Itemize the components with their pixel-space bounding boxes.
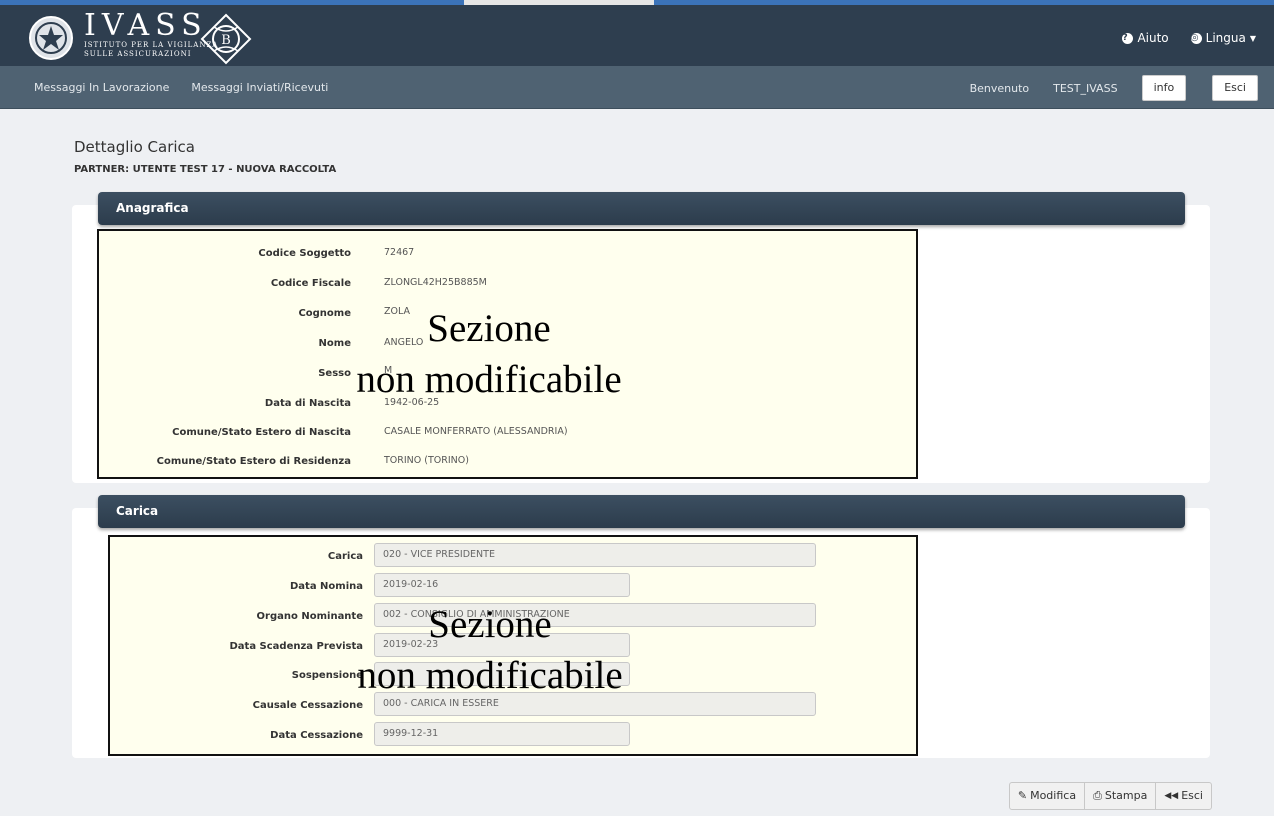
help-label: Aiuto <box>1137 31 1169 45</box>
label-data-cessazione: Data Cessazione <box>270 730 363 741</box>
overlay-line-1: Sezione <box>427 307 551 350</box>
backward-icon: ◀◀ <box>1164 791 1179 801</box>
info-button[interactable]: info <box>1141 75 1187 101</box>
label-carica: Carica <box>327 551 363 562</box>
username: TEST_IVASS <box>1053 81 1118 95</box>
browser-tab-gap <box>464 0 654 5</box>
globe-icon: ◎ <box>1190 32 1202 44</box>
caret-down-icon: ▼ <box>1249 33 1256 43</box>
carica-field[interactable]: 020 - VICE PRESIDENTE <box>374 543 816 567</box>
language-menu[interactable]: ◎ Lingua ▼ <box>1190 31 1256 45</box>
anagrafica-header: Anagrafica <box>98 192 1185 225</box>
nav-item-in-progress[interactable]: Messaggi In Lavorazione <box>34 81 169 94</box>
question-icon: ? <box>1122 32 1134 44</box>
nav-item-sent-received[interactable]: Messaggi Inviati/Ricevuti <box>191 81 328 94</box>
overlay-line-2: non modificabile <box>357 654 623 697</box>
app-header: IVASS ISTITUTO PER LA VIGILANZA SULLE AS… <box>0 0 1274 66</box>
label-comune-nascita: Comune/Stato Estero di Nascita <box>172 427 351 438</box>
logo-line-1: ISTITUTO PER LA VIGILANZA <box>84 41 219 49</box>
action-button-group: ✎ Modifica ⎙ Stampa ◀◀ Esci <box>1008 782 1212 810</box>
value-comune-residenza: TORINO (TORINO) <box>384 455 469 466</box>
republic-seal-icon <box>29 16 73 60</box>
logo-line-2: SULLE ASSICURAZIONI <box>84 50 192 58</box>
main-navbar: Messaggi In Lavorazione Messaggi Inviati… <box>0 66 1274 109</box>
carica-header: Carica <box>98 495 1185 528</box>
value-codice-fiscale: ZLONGL42H25B885M <box>384 277 487 288</box>
modify-label: Modifica <box>1030 789 1077 802</box>
page-title: Dettaglio Carica <box>74 138 195 156</box>
label-data-nomina: Data Nomina <box>289 581 363 592</box>
anagrafica-readonly-section: Codice Soggetto 72467 Codice Fiscale ZLO… <box>97 229 918 479</box>
svg-text:B: B <box>221 33 231 48</box>
print-label: Stampa <box>1104 789 1148 802</box>
readonly-overlay-text: Sezione non modificabile <box>310 599 670 701</box>
exit-button[interactable]: ◀◀ Esci <box>1155 782 1212 810</box>
modify-button[interactable]: ✎ Modifica <box>1008 782 1086 810</box>
overlay-line-1: Sezione <box>428 603 552 646</box>
print-button[interactable]: ⎙ Stampa <box>1084 782 1157 810</box>
value-comune-nascita: CASALE MONFERRATO (ALESSANDRIA) <box>384 426 568 437</box>
edit-icon: ✎ <box>1017 789 1028 802</box>
carica-readonly-section: Carica 020 - VICE PRESIDENTE Data Nomina… <box>108 535 918 756</box>
label-causale-cessazione: Causale Cessazione <box>252 700 363 711</box>
logo-title: IVASS <box>84 8 208 43</box>
exit-label: Esci <box>1181 789 1203 802</box>
ivass-logo: IVASS ISTITUTO PER LA VIGILANZA SULLE AS… <box>84 11 218 59</box>
readonly-overlay-text: Sezione non modificabile <box>309 303 669 405</box>
printer-icon: ⎙ <box>1093 789 1102 802</box>
label-comune-residenza: Comune/Stato Estero di Residenza <box>156 456 351 467</box>
logout-button[interactable]: Esci <box>1212 75 1258 101</box>
overlay-line-2: non modificabile <box>356 358 622 401</box>
help-link[interactable]: ? Aiuto <box>1122 31 1169 45</box>
label-codice-soggetto: Codice Soggetto <box>258 248 351 259</box>
partner-subtitle: PARTNER: UTENTE TEST 17 - NUOVA RACCOLTA <box>74 164 337 175</box>
language-label: Lingua <box>1205 31 1246 45</box>
ivass-emblem-icon: B <box>200 13 252 65</box>
value-codice-soggetto: 72467 <box>384 247 415 258</box>
label-codice-fiscale: Codice Fiscale <box>270 278 351 289</box>
data-cessazione-field[interactable]: 9999-12-31 <box>374 722 630 746</box>
data-nomina-field[interactable]: 2019-02-16 <box>374 573 630 597</box>
welcome-label: Benvenuto <box>969 81 1030 95</box>
